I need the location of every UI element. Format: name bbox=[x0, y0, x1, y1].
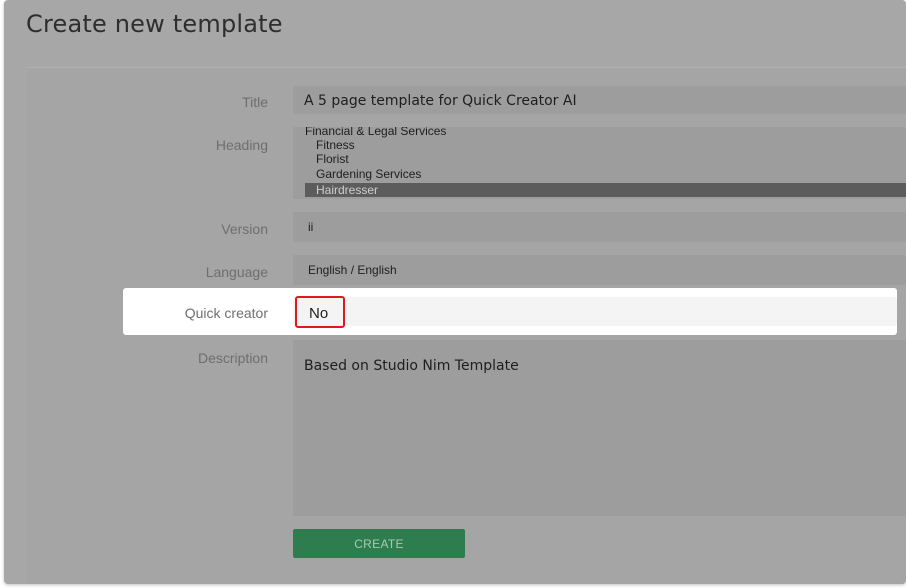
create-button[interactable]: CREATE bbox=[293, 529, 465, 558]
heading-option[interactable]: Gardening Services bbox=[305, 167, 906, 181]
description-textarea[interactable]: Based on Studio Nim Template bbox=[293, 340, 906, 516]
heading-option[interactable]: Financial & Legal Services bbox=[305, 127, 906, 138]
description-textarea-value: Based on Studio Nim Template bbox=[304, 358, 519, 374]
language-label: Language bbox=[205, 264, 268, 280]
modal-title: Create new template bbox=[26, 10, 283, 38]
heading-option-selected[interactable]: Hairdresser bbox=[305, 183, 906, 197]
title-input-value: A 5 page template for Quick Creator AI bbox=[304, 93, 577, 109]
version-label: Version bbox=[221, 221, 268, 237]
heading-label: Heading bbox=[215, 137, 268, 153]
quick-creator-row: Quick creator No bbox=[123, 288, 897, 335]
title-input[interactable]: A 5 page template for Quick Creator AI bbox=[293, 86, 906, 114]
version-select[interactable]: ii bbox=[293, 212, 906, 242]
quick-creator-select[interactable] bbox=[293, 297, 897, 326]
version-select-value: ii bbox=[308, 220, 314, 234]
heading-option[interactable]: Fitness bbox=[305, 138, 906, 152]
quick-creator-label: Quick creator bbox=[184, 305, 268, 321]
heading-listbox[interactable]: Financial & Legal Services Fitness Flori… bbox=[293, 127, 906, 199]
quick-creator-value[interactable]: No bbox=[295, 296, 345, 328]
heading-option[interactable]: Florist bbox=[305, 152, 906, 166]
title-label: Title bbox=[242, 94, 268, 110]
language-select[interactable]: English / English bbox=[293, 255, 906, 285]
description-label: Description bbox=[197, 350, 268, 366]
language-select-value: English / English bbox=[308, 263, 397, 277]
